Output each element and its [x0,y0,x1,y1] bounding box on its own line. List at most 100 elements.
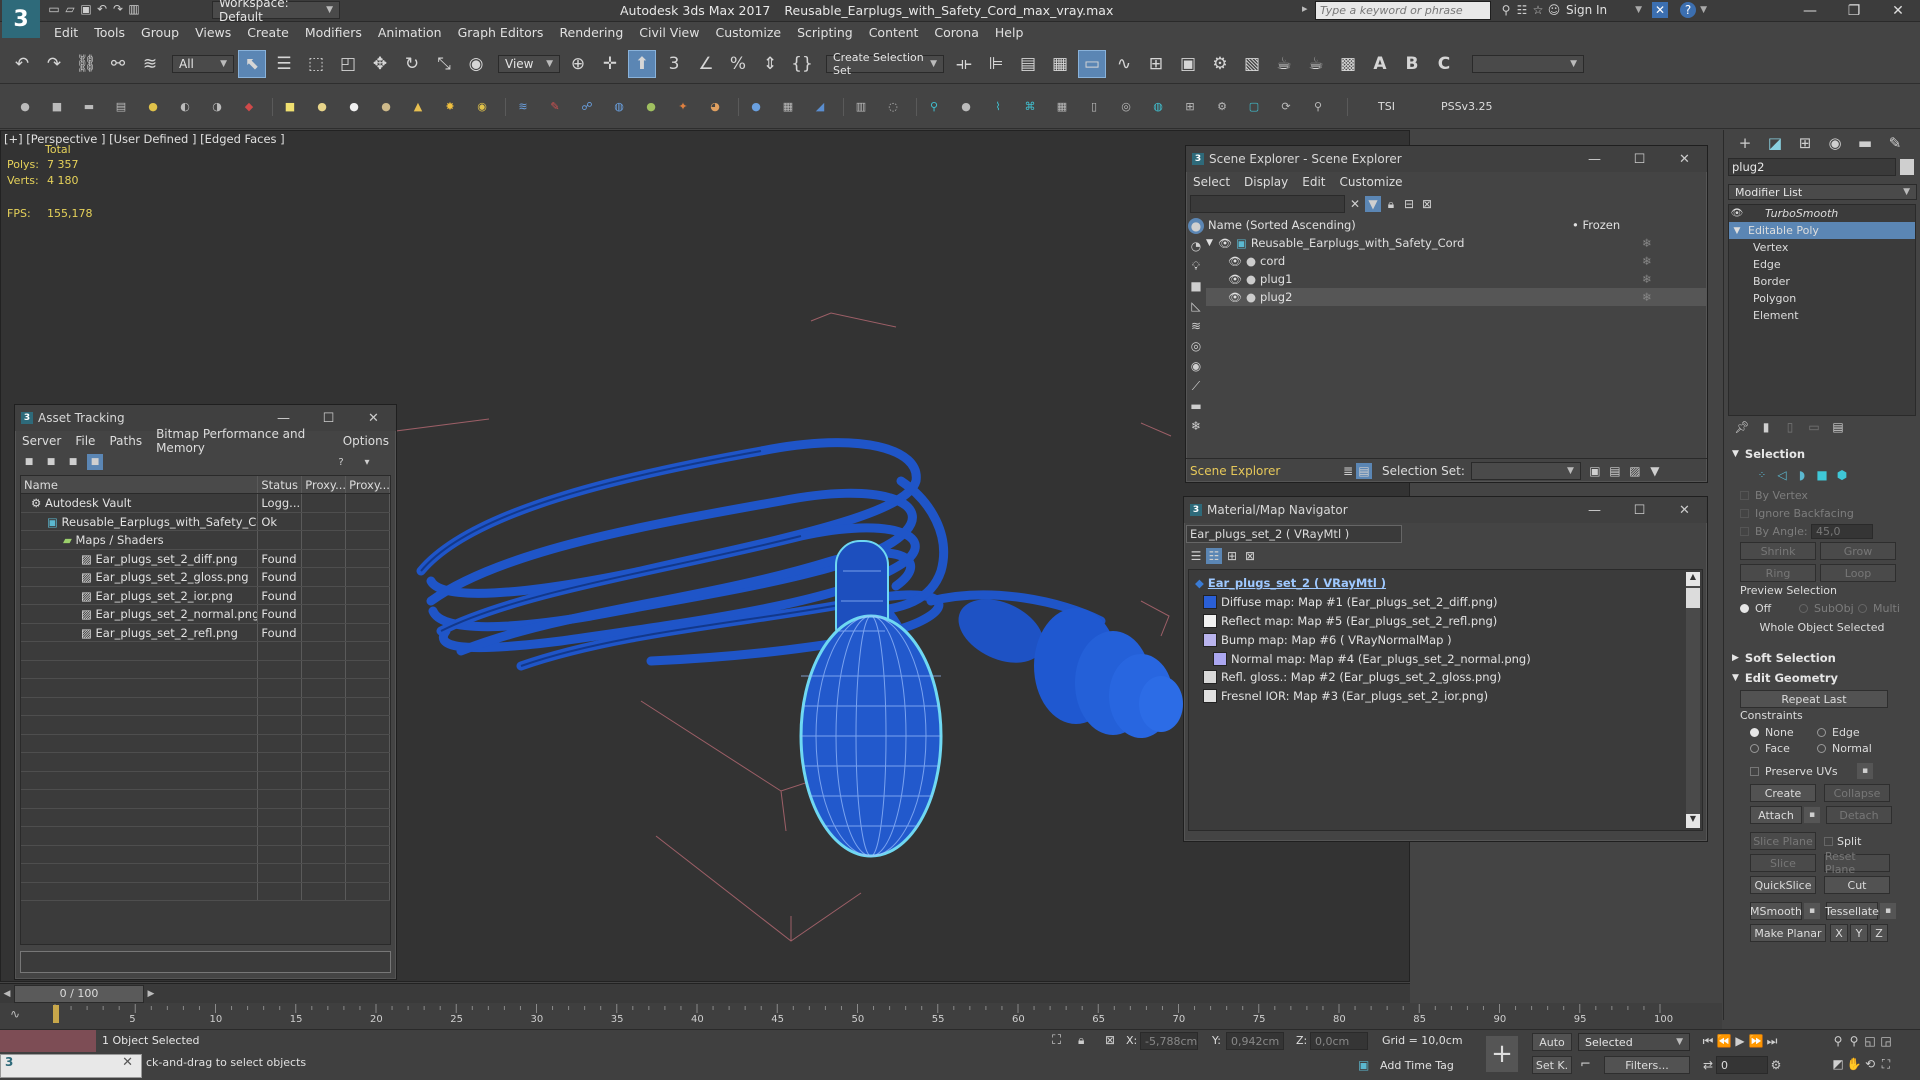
add-time-tag-button[interactable]: Add Time Tag [1380,1059,1454,1072]
render-iterative-icon[interactable]: ☕ [1302,50,1330,78]
move-icon[interactable]: ✥ [366,50,394,78]
table-row[interactable]: ▨ Ear_plugs_set_2_diff.png Found [21,549,390,568]
tool-icon[interactable]: ≋ [510,94,536,120]
menu-file[interactable]: File [68,434,102,448]
column-frozen[interactable]: • Frozen [1572,218,1620,232]
text-tool-a-icon[interactable]: A [1366,50,1394,78]
maxscript-listener-mini[interactable] [0,1030,96,1052]
table-view-icon[interactable]: ■ [87,454,103,470]
settings-icon[interactable]: ▪ [1804,807,1820,823]
by-angle-spinner[interactable]: 45,0 [1811,523,1873,539]
tool-icon[interactable]: ● [309,94,335,120]
scrollbar-thumb[interactable] [1686,588,1700,608]
align-icon[interactable]: ⊫ [982,50,1010,78]
new-file-icon[interactable]: ▭ [46,1,62,17]
planar-z-button[interactable]: Z [1870,924,1888,942]
checkbox-icon[interactable] [1750,766,1759,776]
stack-subobject-border[interactable]: Border [1729,273,1915,290]
detach-button[interactable]: Detach [1826,806,1892,824]
maxscript-input[interactable]: 3 ✕ [0,1054,142,1078]
tool-icon[interactable]: ◑ [204,94,230,120]
column-name-sorted[interactable]: Name (Sorted Ascending) [1206,218,1356,232]
hierarchy-view-icon[interactable]: ▤ [1356,462,1372,479]
rotate-icon[interactable]: ↻ [398,50,426,78]
percent-snap-icon[interactable]: % [724,50,752,78]
current-frame-field[interactable]: 0 [1716,1056,1768,1074]
text-tool-c-icon[interactable]: C [1430,50,1458,78]
visibility-eye-icon[interactable]: 👁︎ [1228,291,1242,304]
rendered-frame-window-icon[interactable]: ▧ [1238,50,1266,78]
zoom-extents-icon[interactable]: ◱ [1862,1033,1878,1049]
scene-explorer-titlebar[interactable]: 3 Scene Explorer - Scene Explorer — ☐ ✕ [1186,146,1707,172]
radio-subobj-icon[interactable] [1799,603,1808,613]
table-row[interactable]: ▨ Ear_plugs_set_2_normal.png Found [21,605,390,624]
zoom-extents-all-icon[interactable]: ◲ [1878,1033,1894,1049]
selection-set-dropdown[interactable]: ▼ [1470,461,1581,480]
tool-icon[interactable]: ● [341,94,367,120]
object-color-swatch[interactable] [1900,159,1914,175]
tool-icon[interactable]: ⚲ [921,94,947,120]
menu-rendering[interactable]: Rendering [551,23,631,43]
tool-icon[interactable]: ■ [277,94,303,120]
display-tab-icon[interactable]: ▬ [1854,132,1876,154]
rectangular-selection-icon[interactable]: ⬚ [302,50,330,78]
column-status[interactable]: Status [258,476,303,493]
xref-filter-icon[interactable]: ◉ [1188,358,1204,374]
light-filter-icon[interactable]: 💡︎ [1188,258,1204,274]
tool-icon[interactable]: ▤ [108,94,134,120]
map-row[interactable]: Fresnel IOR: Map #3 (Ear_plugs_set_2_ior… [1195,687,1702,706]
visibility-eye-icon[interactable]: 👁︎ [1228,255,1242,268]
camera-filter-icon[interactable]: ■ [1188,278,1204,294]
tool-icon[interactable]: ● [373,94,399,120]
link-icon[interactable]: ⛓ [72,50,100,78]
set-key-button[interactable]: Set K. [1532,1056,1572,1074]
large-icons-view-icon[interactable]: ⊠ [1242,548,1258,564]
go-to-start-icon[interactable]: ⏮ [1700,1033,1716,1049]
tool-icon[interactable]: ● [743,94,769,120]
tool-icon[interactable]: ✎ [542,94,568,120]
table-row[interactable]: ▨ Ear_plugs_set_2_gloss.png Found [21,568,390,587]
close-icon[interactable]: ✕ [1876,0,1920,22]
tool-icon[interactable]: ▯ [1081,94,1107,120]
close-icon[interactable]: ✕ [122,1055,141,1070]
redo-icon[interactable]: ↷ [40,50,68,78]
help-icon[interactable]: ? [1680,2,1697,18]
small-icons-view-icon[interactable]: ⊞ [1224,548,1240,564]
map-row[interactable]: Reflect map: Map #5 (Ear_plugs_set_2_ref… [1195,612,1702,631]
tool-icon[interactable]: ◕ [702,94,728,120]
tool-icon[interactable]: ▦ [1049,94,1075,120]
time-configuration-icon[interactable]: ⚙ [1768,1057,1784,1073]
minimize-icon[interactable]: — [1572,503,1617,518]
selection-lock-icon[interactable]: 🔒︎ [1078,1033,1084,1048]
make-unique-icon[interactable]: ▯ [1782,419,1798,435]
key-mode-toggle-icon[interactable]: ⇄ [1700,1057,1716,1073]
select-object-icon[interactable]: ⬉ [238,49,266,78]
frozen-filter-icon[interactable]: ❄ [1188,418,1204,434]
help-icon[interactable]: ? [333,454,349,470]
close-icon[interactable]: ✕ [1662,152,1707,167]
ignore-backfacing-checkbox[interactable]: Ignore Backfacing [1724,504,1920,522]
undo-icon[interactable]: ↶ [8,50,36,78]
save-file-icon[interactable]: ▣ [78,1,94,17]
search-input[interactable]: Type a keyword or phrase [1315,1,1491,20]
visibility-eye-icon[interactable]: 👁︎ [1218,237,1232,250]
auto-key-button[interactable]: Auto [1532,1033,1572,1051]
tool-icon[interactable]: ◢ [807,94,833,120]
selection-filter-dropdown[interactable]: All ▼ [172,54,234,73]
mirror-icon[interactable]: ⟛ [950,50,978,78]
filter-funnel-icon[interactable]: ▼ [1647,463,1663,479]
x-coordinate-field[interactable]: -5,788cm [1140,1032,1198,1050]
tool-icon[interactable]: ⌘ [1017,94,1043,120]
menu-select[interactable]: Select [1186,175,1237,189]
menu-display[interactable]: Display [1237,175,1295,189]
create-button[interactable]: Create [1750,784,1816,802]
column-proxy-1[interactable]: Proxy... [302,476,347,493]
tool-icon[interactable]: ◆ [236,94,262,120]
ring-button[interactable]: Ring [1740,564,1816,582]
grow-button[interactable]: Grow [1820,542,1896,560]
column-proxy-2[interactable]: Proxy... [346,476,390,493]
window-crossing-icon[interactable]: ◰ [334,50,362,78]
msmooth-button[interactable]: MSmooth [1750,902,1802,920]
absolute-mode-icon[interactable]: ⊠ [1105,1033,1115,1047]
z-coordinate-field[interactable]: 0,0cm [1310,1032,1368,1050]
